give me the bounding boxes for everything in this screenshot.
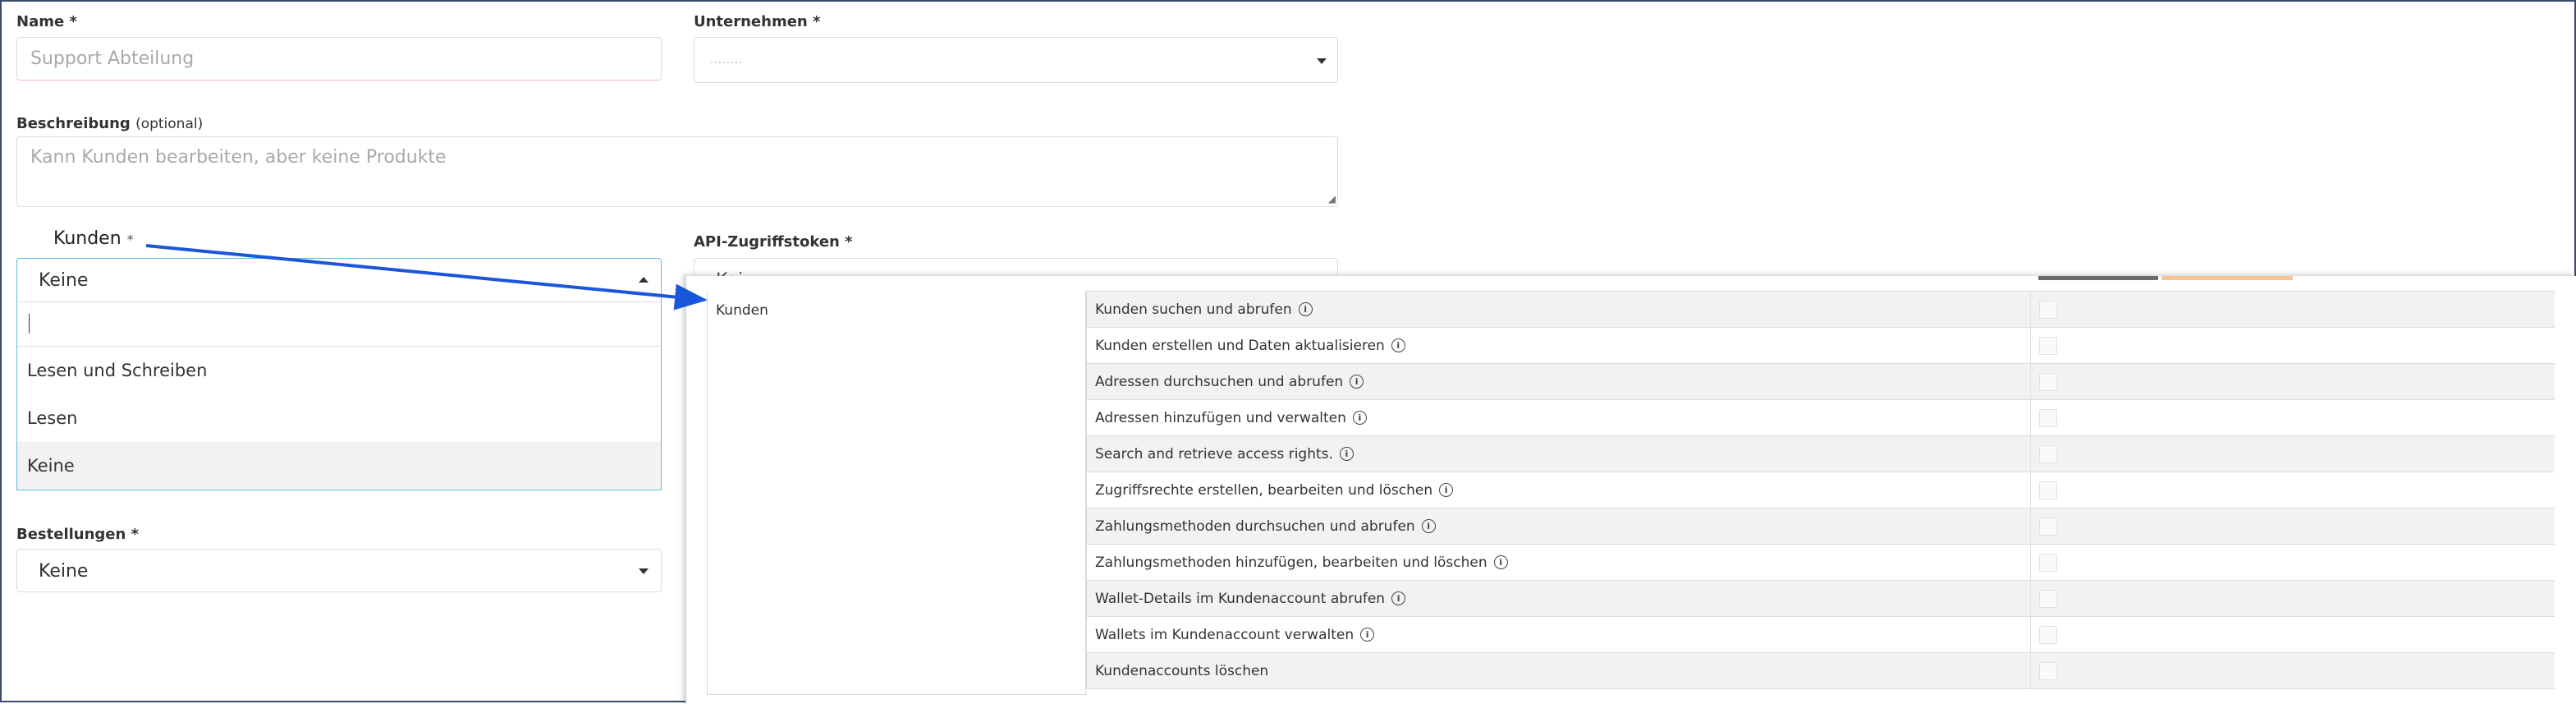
- dropdown-search-input[interactable]: [17, 302, 661, 347]
- orders-label: Bestellungen *: [16, 526, 140, 543]
- permission-checkbox-cell: [2030, 508, 2555, 545]
- permission-name-cell: Wallets im Kundenaccount verwalten i: [1086, 616, 2031, 653]
- info-icon[interactable]: i: [1493, 555, 1508, 569]
- permissions-category: Kunden: [716, 302, 768, 319]
- permission-row: Wallet-Details im Kundenaccount abrufen i: [1086, 580, 2555, 617]
- permission-checkbox[interactable]: [2039, 625, 2057, 644]
- permissions-panel: Kunden Kunden suchen und abrufen i Kunden …: [685, 276, 2576, 704]
- option-none[interactable]: Keine: [17, 442, 661, 490]
- tab-indicator-gray: [2038, 276, 2158, 280]
- option-read-write[interactable]: Lesen und Schreiben: [17, 347, 661, 394]
- chevron-down-icon: [639, 568, 649, 574]
- permission-label: Search and retrieve access rights.: [1095, 445, 1333, 462]
- name-label: Name *: [16, 13, 77, 30]
- permission-label: Zahlungsmethoden hinzufügen, bearbeiten …: [1095, 554, 1487, 571]
- permission-checkbox[interactable]: [2039, 553, 2057, 572]
- permission-label: Zugriffsrechte erstellen, bearbeiten und…: [1095, 481, 1433, 499]
- permission-row: Wallets im Kundenaccount verwalten i: [1086, 616, 2555, 653]
- permission-row: Kunden erstellen und Daten aktualisieren…: [1086, 327, 2555, 364]
- permission-name-cell: Kunden erstellen und Daten aktualisieren…: [1086, 327, 2031, 364]
- info-icon[interactable]: i: [1298, 302, 1313, 316]
- info-icon[interactable]: i: [1391, 338, 1405, 352]
- permission-name-cell: Search and retrieve access rights. i: [1086, 435, 2031, 472]
- orders-select[interactable]: Keine: [16, 549, 662, 592]
- permission-label: Adressen hinzufügen und verwalten: [1095, 409, 1346, 426]
- permissions-category-cell: Kunden: [707, 291, 1086, 695]
- info-icon[interactable]: i: [1350, 375, 1364, 389]
- permission-checkbox[interactable]: [2039, 481, 2057, 499]
- permission-checkbox[interactable]: [2039, 300, 2057, 319]
- info-icon[interactable]: i: [1391, 591, 1406, 605]
- info-icon[interactable]: i: [1439, 483, 1454, 497]
- permission-checkbox[interactable]: [2039, 408, 2057, 427]
- permission-label: Adressen durchsuchen und abrufen: [1095, 373, 1344, 390]
- permission-checkbox[interactable]: [2039, 372, 2057, 391]
- name-input[interactable]: Support Abteilung: [16, 37, 662, 81]
- permission-name-cell: Zugriffsrechte erstellen, bearbeiten und…: [1086, 472, 2031, 508]
- permission-checkbox-cell: [2030, 580, 2555, 617]
- customers-selected-value: Keine: [39, 270, 89, 291]
- option-read[interactable]: Lesen: [17, 394, 661, 442]
- permission-checkbox-cell: [2030, 363, 2555, 400]
- api-token-label: API-Zugriffstoken *: [694, 233, 853, 251]
- permission-name-cell: Zahlungsmethoden durchsuchen und abrufen…: [1086, 508, 2031, 545]
- permission-name-cell: Kunden suchen und abrufen i: [1086, 291, 2031, 328]
- permission-checkbox[interactable]: [2039, 661, 2057, 680]
- description-label: Beschreibung (optional): [16, 115, 204, 132]
- info-icon[interactable]: i: [1352, 411, 1367, 425]
- info-icon[interactable]: i: [1421, 519, 1436, 533]
- permission-name-cell: Wallet-Details im Kundenaccount abrufen i: [1086, 580, 2031, 617]
- permission-row: Adressen hinzufügen und verwalten i: [1086, 399, 2555, 436]
- text-cursor: [29, 314, 30, 334]
- permission-label: Kunden suchen und abrufen: [1095, 301, 1292, 318]
- customers-label: Kunden *: [53, 228, 134, 249]
- permission-row: Zugriffsrechte erstellen, bearbeiten und…: [1086, 472, 2555, 508]
- resize-handle-icon[interactable]: ◢: [1328, 193, 1336, 205]
- permission-name-cell: Adressen hinzufügen und verwalten i: [1086, 399, 2031, 436]
- permission-row: Kundenaccounts löschen: [1086, 652, 2555, 689]
- tab-indicator-orange: [2161, 276, 2293, 280]
- permission-label: Zahlungsmethoden durchsuchen und abrufen: [1095, 518, 1415, 535]
- permission-checkbox-cell: [2030, 291, 2555, 328]
- company-select[interactable]: ........: [694, 37, 1338, 83]
- permission-checkbox-cell: [2030, 327, 2555, 364]
- customers-select[interactable]: Keine: [16, 258, 662, 301]
- permission-name-cell: Zahlungsmethoden hinzufügen, bearbeiten …: [1086, 544, 2031, 581]
- permission-checkbox[interactable]: [2039, 517, 2057, 536]
- permission-label: Wallets im Kundenaccount verwalten: [1095, 626, 1354, 643]
- chevron-up-icon: [639, 277, 649, 283]
- permission-name-cell: Kundenaccounts löschen: [1086, 652, 2031, 689]
- permission-row: Search and retrieve access rights. i: [1086, 435, 2555, 472]
- info-icon[interactable]: i: [1360, 628, 1375, 642]
- permission-row: Kunden suchen und abrufen i: [1086, 291, 2555, 328]
- orders-value: Keine: [39, 561, 89, 582]
- permission-checkbox-cell: [2030, 435, 2555, 472]
- permission-checkbox[interactable]: [2039, 336, 2057, 355]
- permission-label: Wallet-Details im Kundenaccount abrufen: [1095, 590, 1386, 607]
- permission-row: Zahlungsmethoden hinzufügen, bearbeiten …: [1086, 544, 2555, 581]
- permission-row: Adressen durchsuchen und abrufen i: [1086, 363, 2555, 400]
- company-value: ........: [709, 51, 743, 67]
- permission-label: Kunden erstellen und Daten aktualisieren: [1095, 337, 1385, 354]
- permission-checkbox-cell: [2030, 544, 2555, 581]
- info-icon[interactable]: i: [1339, 447, 1354, 461]
- permission-checkbox-cell: [2030, 472, 2555, 508]
- permission-label: Kundenaccounts löschen: [1095, 662, 1269, 679]
- description-textarea[interactable]: Kann Kunden bearbeiten, aber keine Produ…: [16, 136, 1338, 207]
- customers-dropdown: Lesen und Schreiben Lesen Keine: [16, 301, 662, 490]
- permissions-table: Kunden suchen und abrufen i Kunden erstell…: [1086, 291, 2555, 689]
- permission-name-cell: Adressen durchsuchen und abrufen i: [1086, 363, 2031, 400]
- chevron-down-icon: [1317, 58, 1327, 64]
- permission-checkbox[interactable]: [2039, 589, 2057, 608]
- permission-checkbox[interactable]: [2039, 444, 2057, 463]
- company-label: Unternehmen *: [694, 13, 821, 30]
- permission-row: Zahlungsmethoden durchsuchen und abrufen…: [1086, 508, 2555, 545]
- permission-checkbox-cell: [2030, 399, 2555, 436]
- permission-checkbox-cell: [2030, 616, 2555, 653]
- permission-checkbox-cell: [2030, 652, 2555, 689]
